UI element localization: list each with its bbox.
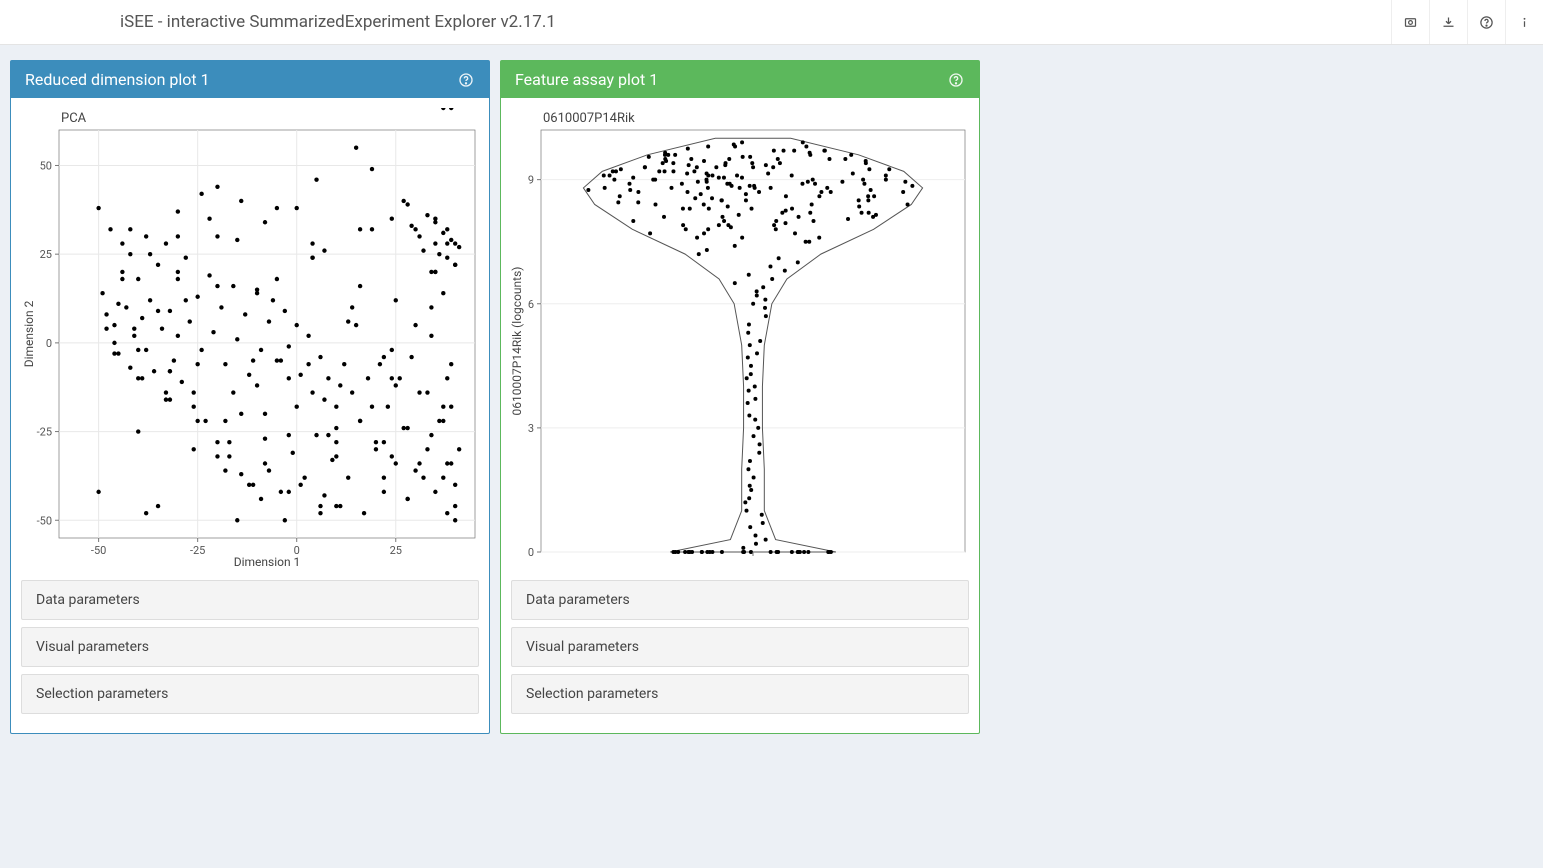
panel-body: 0 3 6 9 0610007P14Rik (logcounts) 0610007P14R…	[501, 98, 979, 733]
svg-text:-25: -25	[190, 544, 205, 557]
data-parameters-button[interactable]: Data parameters	[21, 580, 479, 620]
visual-parameters-button[interactable]: Visual parameters	[511, 627, 969, 667]
svg-text:PCA: PCA	[61, 111, 87, 126]
download-button[interactable]	[1429, 0, 1467, 44]
info-button[interactable]	[1505, 0, 1543, 44]
snapshot-button[interactable]	[1391, 0, 1429, 44]
download-icon	[1441, 15, 1456, 30]
pca-plot-container[interactable]: -50-25025-50-2502550Dimension 1Dimension…	[21, 108, 479, 568]
visual-parameters-button[interactable]: Visual parameters	[21, 627, 479, 667]
help-button[interactable]	[1467, 0, 1505, 44]
content-area: Reduced dimension plot 1 -50 -25 0 25 -50 -25…	[0, 45, 1543, 749]
panel-header-reddim[interactable]: Reduced dimension plot 1	[11, 61, 489, 98]
snapshot-icon	[1403, 15, 1418, 30]
topbar: iSEE - interactive SummarizedExperiment …	[0, 0, 1543, 45]
panel-help-button[interactable]	[947, 71, 965, 89]
panel-reduced-dimension: Reduced dimension plot 1 -50 -25 0 25 -50 -25…	[10, 60, 490, 734]
help-circle-icon	[948, 72, 964, 88]
svg-text:25: 25	[390, 544, 402, 557]
svg-text:25: 25	[40, 248, 52, 261]
svg-text:9: 9	[528, 174, 534, 187]
panel-body: -50-25025-50-2502550Dimension 1Dimension…	[11, 98, 489, 733]
svg-text:6: 6	[528, 298, 534, 311]
help-circle-icon	[458, 72, 474, 88]
panel-help-button[interactable]	[457, 71, 475, 89]
svg-text:Dimension 1: Dimension 1	[234, 555, 301, 568]
svg-text:-50: -50	[37, 514, 52, 527]
svg-text:0610007P14Rik (logcounts): 0610007P14Rik (logcounts)	[511, 267, 524, 416]
svg-text:-25: -25	[37, 426, 52, 439]
help-circle-icon	[1479, 15, 1494, 30]
data-parameters-button[interactable]: Data parameters	[511, 580, 969, 620]
violin-plot-container[interactable]: 0 3 6 9 0610007P14Rik (logcounts) 0610007P14R…	[511, 108, 969, 568]
panel-title: Feature assay plot 1	[515, 70, 658, 89]
panel-title: Reduced dimension plot 1	[25, 70, 210, 89]
selection-parameters-button[interactable]: Selection parameters	[21, 674, 479, 714]
svg-text:0: 0	[528, 546, 534, 559]
violin-plot[interactable]: 0 3 6 9 0610007P14Rik (logcounts) 0610007P14R…	[511, 108, 971, 568]
svg-text:0: 0	[46, 337, 52, 350]
svg-text:-50: -50	[91, 544, 106, 557]
selection-parameters-button[interactable]: Selection parameters	[511, 674, 969, 714]
app-title: iSEE - interactive SummarizedExperiment …	[120, 12, 556, 32]
svg-text:3: 3	[528, 422, 534, 435]
topbar-actions	[1391, 0, 1543, 44]
info-icon	[1517, 15, 1532, 30]
svg-text:50: 50	[40, 159, 52, 172]
svg-text:Dimension 2: Dimension 2	[22, 300, 36, 367]
svg-text:0610007P14Rik: 0610007P14Rik	[543, 111, 635, 126]
panel-header-feat[interactable]: Feature assay plot 1	[501, 61, 979, 98]
panel-feature-assay: Feature assay plot 1 0 3 6 9 0610007P14Rik (…	[500, 60, 980, 734]
pca-plot[interactable]: -50-25025-50-2502550Dimension 1Dimension…	[21, 108, 481, 568]
